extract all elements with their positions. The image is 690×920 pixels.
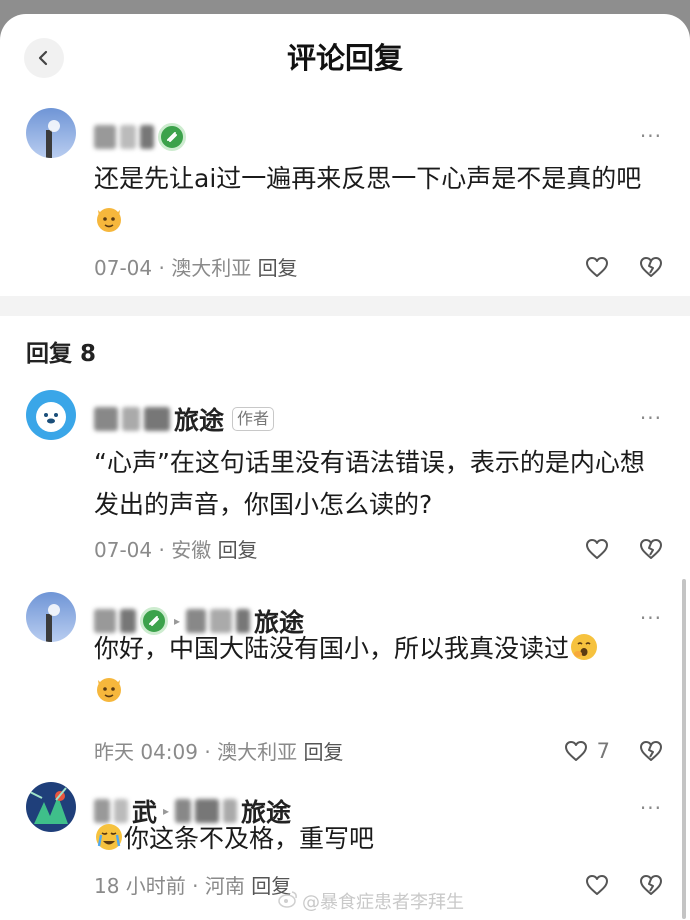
dislike-broken-heart-icon[interactable] [638, 738, 664, 764]
watermark: @暴食症患者李拜生 [278, 888, 464, 914]
comment-location: 澳大利亚 [171, 256, 252, 280]
like-button[interactable]: 7 [563, 738, 610, 764]
comment-meta: 07-04 · 安徽 回复 [94, 536, 258, 564]
comment-meta: 18 小时前 · 河南 回复 [94, 872, 291, 900]
comment-text: 你这条不及格，重写吧 [94, 818, 654, 860]
replies-count: 回复 8 [26, 341, 97, 367]
comment-text-content: 你这条不及格，重写吧 [124, 824, 375, 853]
avatar[interactable] [26, 592, 76, 642]
meta-separator: · [158, 256, 165, 280]
reply-link[interactable]: 回复 [218, 538, 258, 562]
crying-face-emoji-icon [94, 822, 124, 852]
weibo-logo-icon [278, 890, 298, 913]
comment-meta: 昨天 04:09 · 澳大利亚 回复 [94, 738, 343, 766]
meta-separator: · [192, 874, 199, 898]
section-divider [0, 296, 690, 316]
avatar[interactable] [26, 782, 76, 832]
comment-text-content: 还是先让ai过一遍再来反思一下心声是不是真的吧 [94, 164, 642, 193]
meta-separator: · [204, 740, 211, 764]
comment-date: 07-04 [94, 256, 153, 280]
meta-separator: · [158, 538, 165, 562]
comment-date: 昨天 04:09 [94, 740, 198, 764]
comment-text: 你好，中国大陆没有国小，所以我真没读过 [94, 628, 654, 712]
dislike-broken-heart-icon[interactable] [638, 254, 664, 280]
reply-to-arrow-icon: ▸ [174, 614, 181, 628]
commenter-name[interactable] [94, 120, 186, 154]
header: 评论回复 [0, 14, 690, 104]
dislike-broken-heart-icon[interactable] [638, 872, 664, 898]
watermark-text: @暴食症患者李拜生 [302, 892, 464, 913]
comment-date: 07-04 [94, 538, 153, 562]
like-heart-icon[interactable] [584, 254, 610, 280]
like-count: 7 [596, 739, 610, 763]
comment-text-content: 你好，中国大陆没有国小，所以我真没读过 [94, 634, 570, 663]
comment-actions [584, 536, 664, 562]
comment-location: 河南 [204, 874, 245, 898]
avatar[interactable] [26, 108, 76, 158]
reply-link[interactable]: 回复 [303, 740, 343, 764]
comment-meta: 07-04 · 澳大利亚 回复 [94, 254, 298, 282]
cat-face-emoji-icon [94, 204, 124, 234]
reply-link[interactable]: 回复 [258, 256, 298, 280]
page-title: 评论回复 [286, 41, 403, 75]
like-heart-icon [564, 741, 587, 761]
commenter-name-suffix: 旅途 [174, 406, 225, 435]
more-options-button[interactable]: ··· [640, 796, 662, 820]
comment-actions [584, 872, 664, 898]
dislike-broken-heart-icon[interactable] [638, 536, 664, 562]
yawning-face-emoji-icon [569, 632, 599, 662]
like-heart-icon[interactable] [584, 536, 610, 562]
commenter-name[interactable]: 旅途 作者 [94, 402, 275, 436]
author-badge: 作者 [232, 407, 275, 431]
cat-face-emoji-icon [94, 674, 124, 704]
reply-to-arrow-icon: ▸ [163, 804, 170, 818]
scrollbar[interactable] [682, 579, 686, 919]
comment-date: 18 小时前 [94, 874, 186, 898]
comment-actions: 7 [563, 738, 664, 764]
comment-actions [584, 254, 664, 280]
like-heart-icon[interactable] [584, 872, 610, 898]
comment-text: 还是先让ai过一遍再来反思一下心声是不是真的吧 [94, 158, 654, 242]
avatar[interactable] [26, 390, 76, 440]
more-options-button[interactable]: ··· [640, 606, 662, 630]
verified-badge-icon [158, 123, 186, 151]
more-options-button[interactable]: ··· [640, 124, 662, 148]
comment-sheet: 评论回复 ··· 还是先让ai过一遍再来反思一下心声是不是真的吧 07-04 ·… [0, 14, 690, 920]
comment-location: 澳大利亚 [217, 740, 298, 764]
comment-text: “心声”在这句话里没有语法错误，表示的是内心想发出的声音，你国小怎么读的? [94, 448, 645, 519]
more-options-button[interactable]: ··· [640, 406, 662, 430]
comment-location: 安徽 [171, 538, 212, 562]
